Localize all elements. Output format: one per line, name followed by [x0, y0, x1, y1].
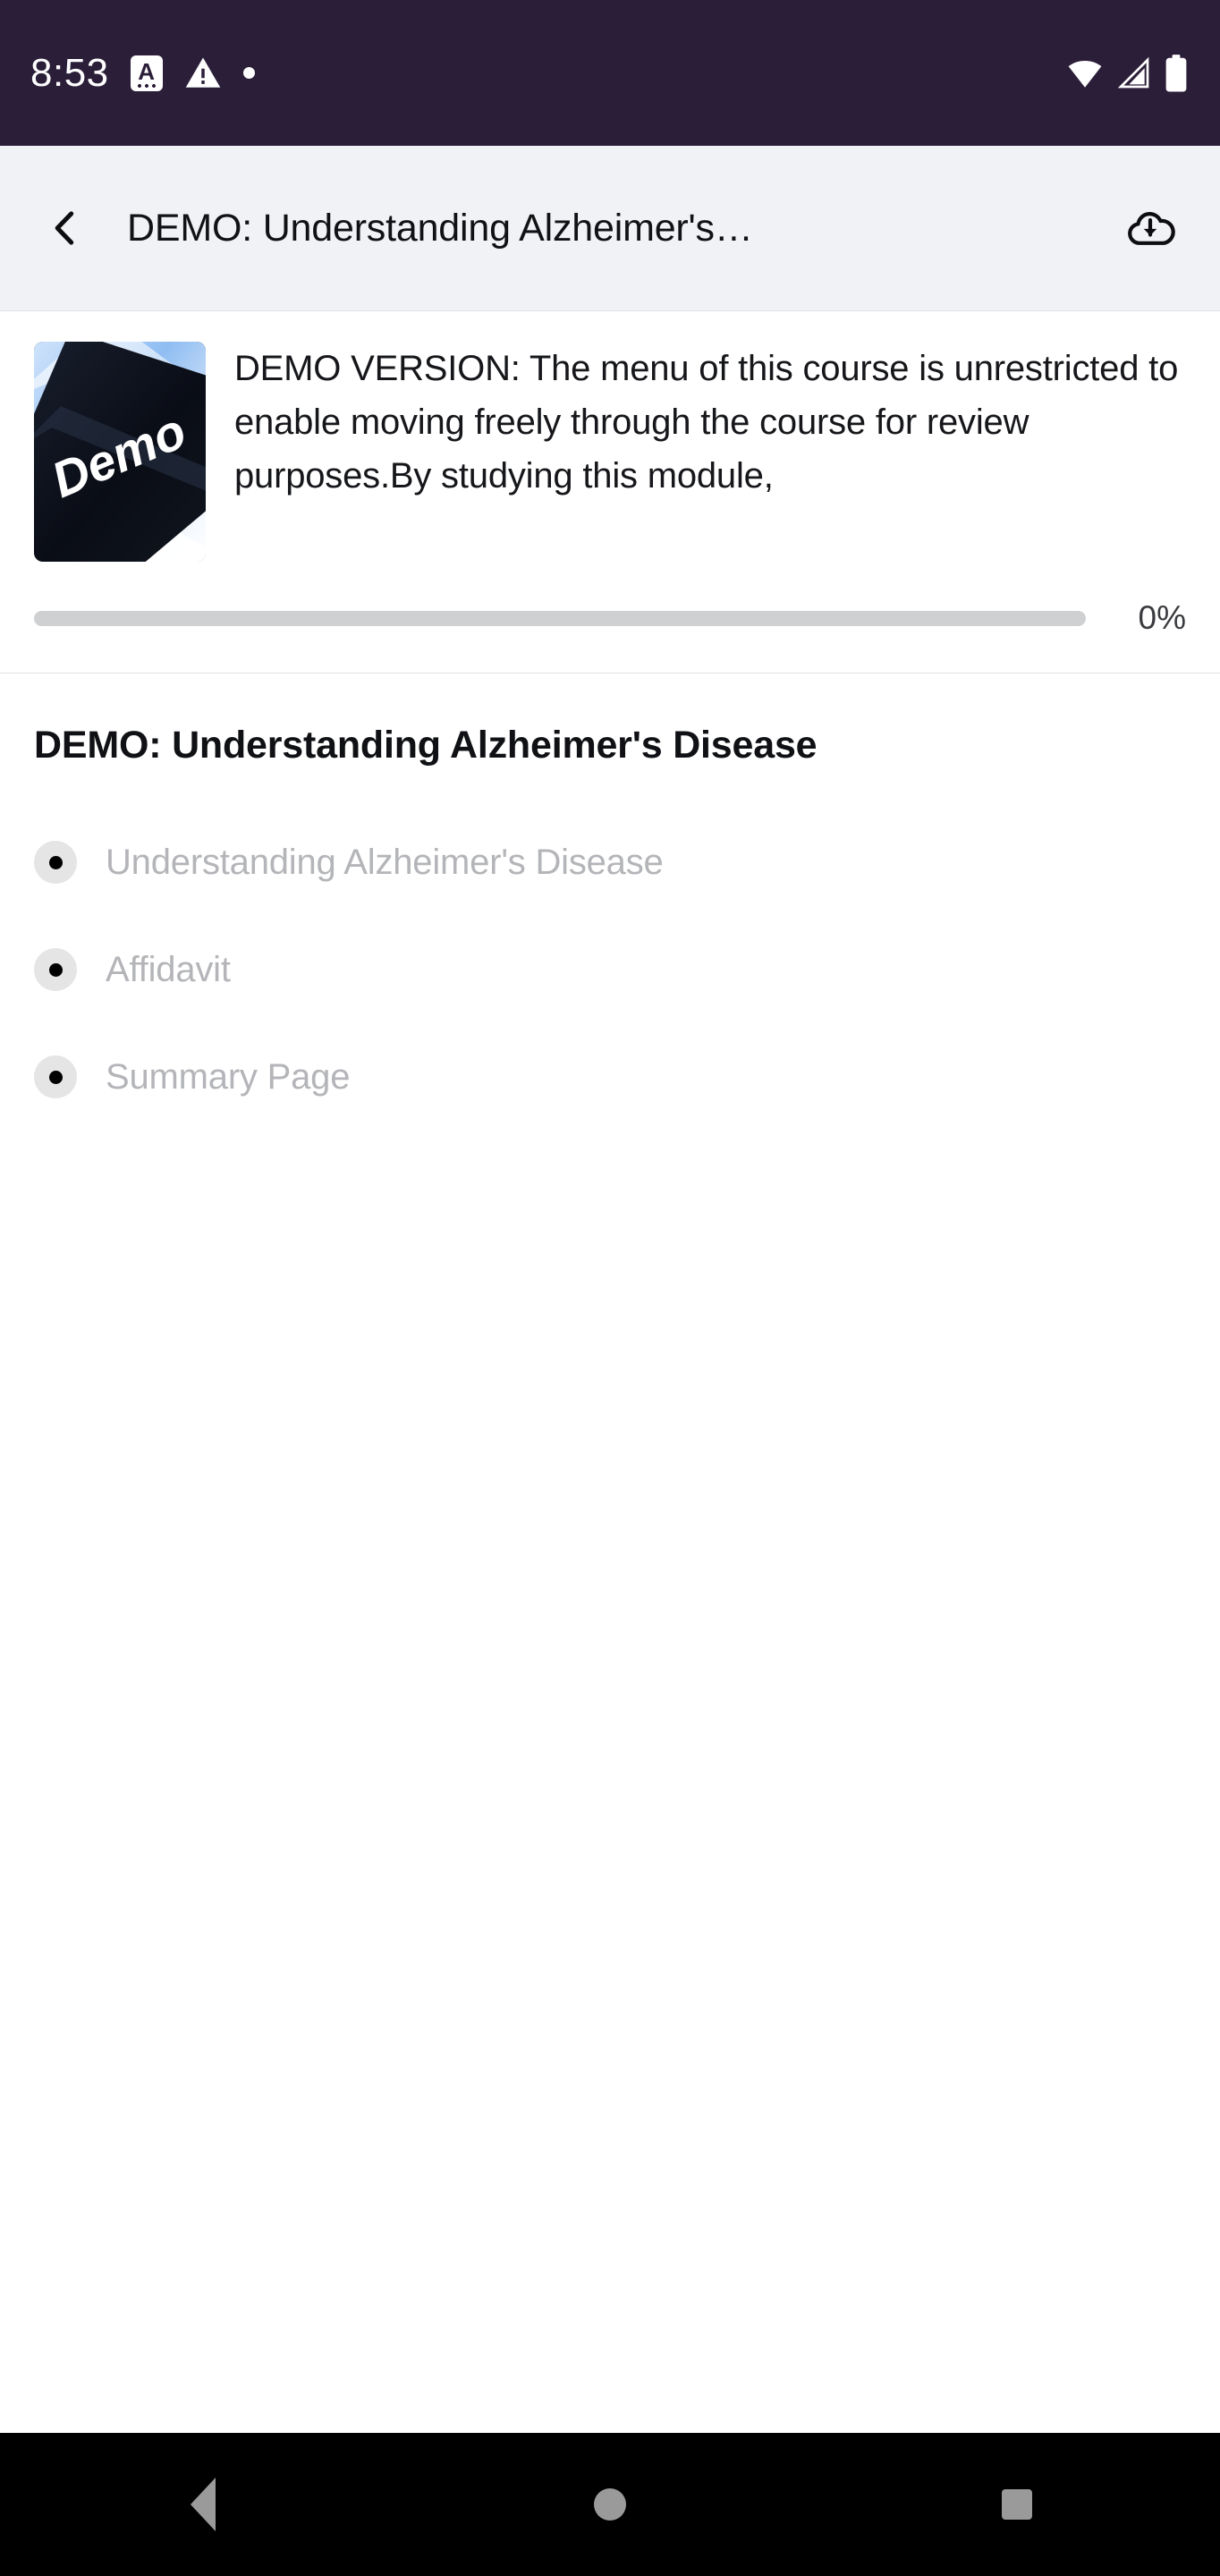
warning-triangle-icon	[184, 55, 222, 92]
dot-icon	[242, 67, 255, 79]
app-screen: 8:53 A DEMO: Understanding Alzheimer's… …	[0, 0, 1220, 2576]
a-badge-dots	[137, 83, 156, 88]
list-item[interactable]: Affidavit	[34, 916, 1186, 1023]
lesson-list: Understanding Alzheimer's Disease Affida…	[34, 809, 1186, 1131]
lesson-label: Summary Page	[106, 1056, 351, 1097]
battery-icon	[1165, 54, 1188, 93]
nav-back-button[interactable]	[123, 2433, 284, 2576]
wifi-icon	[1066, 55, 1104, 92]
course-card-top: Demo DEMO VERSION: The menu of this cour…	[34, 342, 1186, 562]
course-description: DEMO VERSION: The menu of this course is…	[234, 349, 1179, 496]
home-circle-icon	[593, 2488, 626, 2521]
badge-dot	[48, 855, 63, 869]
course-thumbnail: Demo	[34, 342, 206, 562]
badge-dot	[48, 1070, 63, 1084]
section-title: DEMO: Understanding Alzheimer's Disease	[34, 724, 818, 767]
dot-badge-icon	[34, 948, 77, 991]
dot-badge-icon	[34, 1055, 77, 1098]
download-button[interactable]	[1114, 192, 1186, 264]
course-progress-row: 0%	[34, 562, 1186, 673]
progress-percent-label: 0%	[1138, 599, 1186, 636]
nav-recents-button[interactable]	[936, 2433, 1097, 2576]
chevron-left-icon	[55, 211, 74, 245]
nav-home-button[interactable]	[530, 2433, 690, 2576]
badge-dot	[48, 962, 63, 977]
course-section: DEMO: Understanding Alzheimer's Disease …	[0, 674, 1220, 2433]
status-bar-right	[1066, 54, 1188, 93]
status-bar-left: 8:53 A	[30, 50, 255, 95]
status-bar: 8:53 A	[0, 0, 1220, 146]
cell-signal-icon	[1116, 55, 1152, 92]
list-item[interactable]: Summary Page	[34, 1023, 1186, 1131]
progress-bar	[34, 610, 1086, 626]
list-item[interactable]: Understanding Alzheimer's Disease	[34, 809, 1186, 916]
course-summary-card[interactable]: Demo DEMO VERSION: The menu of this cour…	[0, 311, 1220, 674]
cloud-download-icon	[1128, 212, 1175, 245]
status-clock: 8:53	[30, 50, 109, 95]
lesson-label: Understanding Alzheimer's Disease	[106, 842, 664, 882]
description-fade-overlay	[234, 496, 1186, 562]
lesson-label: Affidavit	[106, 949, 231, 989]
a-badge-icon: A	[130, 55, 163, 91]
recents-square-icon	[1001, 2489, 1032, 2520]
course-description-wrap: DEMO VERSION: The menu of this course is…	[234, 342, 1186, 562]
dot-badge-icon	[34, 841, 77, 884]
back-button[interactable]	[27, 190, 104, 267]
android-nav-bar	[0, 2433, 1220, 2576]
page-title: DEMO: Understanding Alzheimer's…	[127, 206, 753, 250]
a-badge-glyph: A	[138, 57, 156, 85]
back-triangle-icon	[191, 2478, 216, 2531]
app-bar: DEMO: Understanding Alzheimer's…	[0, 146, 1220, 311]
